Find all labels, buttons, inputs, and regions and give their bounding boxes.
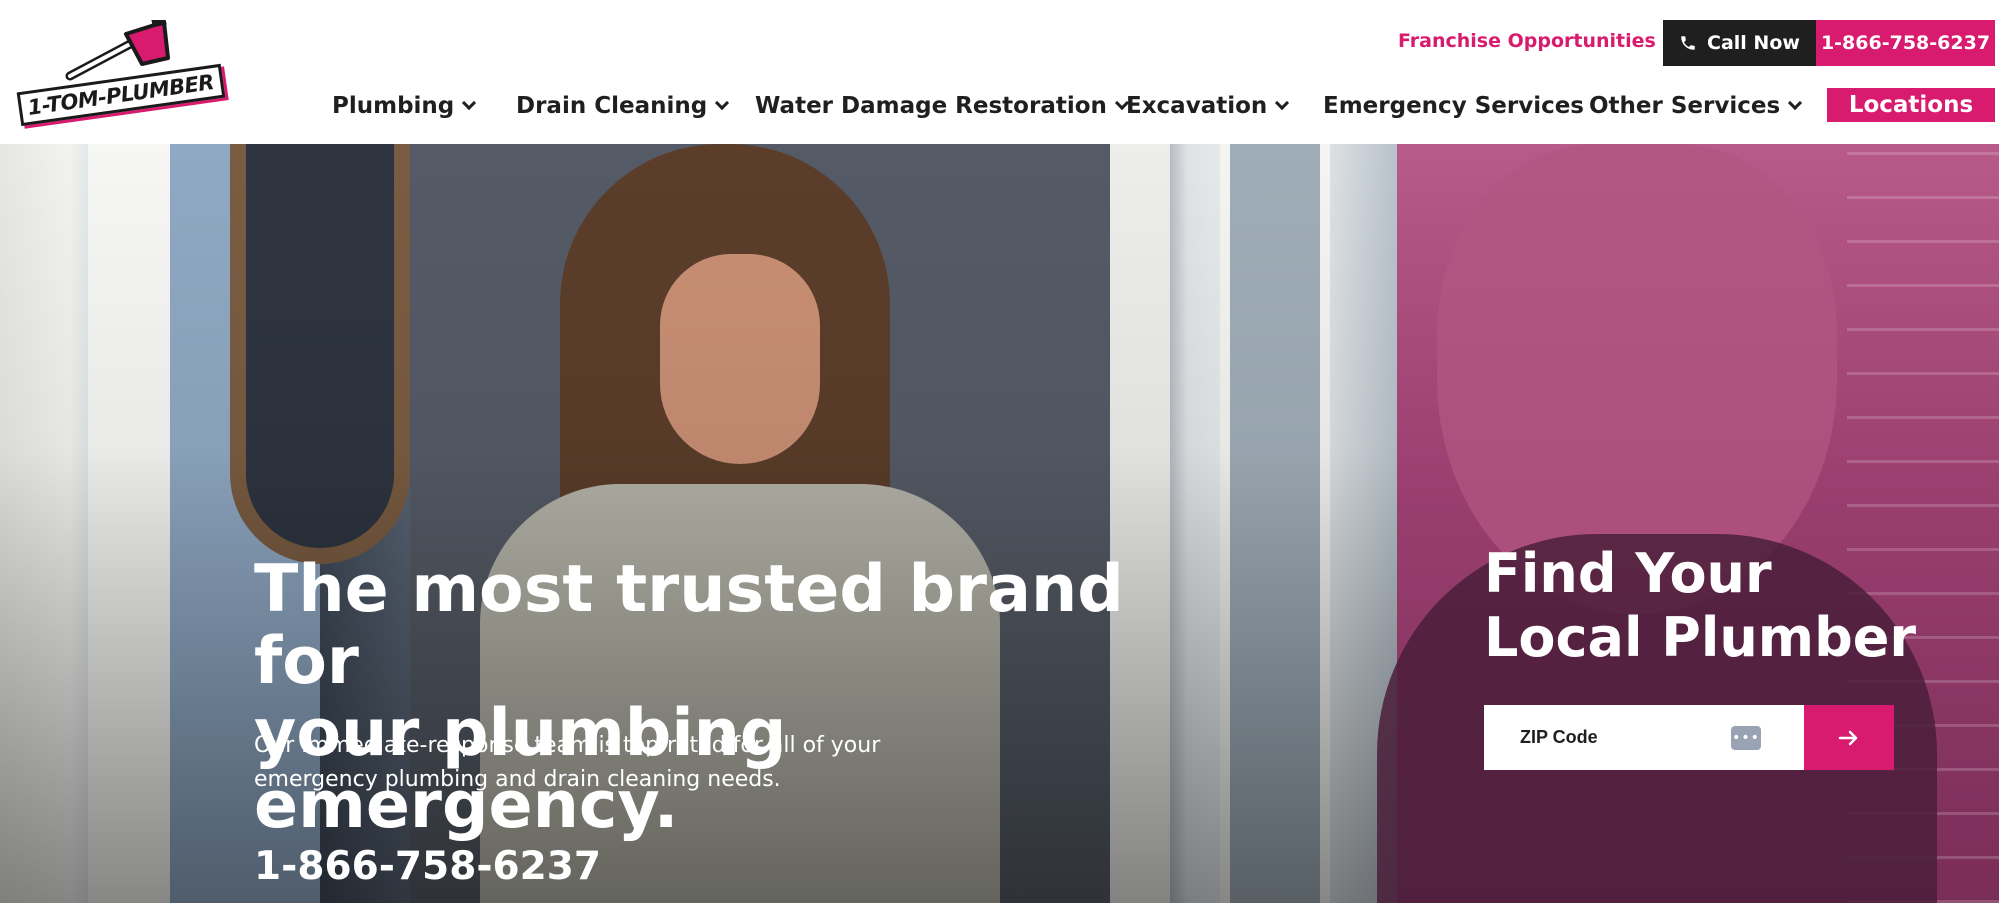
chevron-down-icon xyxy=(1275,95,1290,111)
hero-title: The most trusted brand for your plumbing… xyxy=(254,554,1154,842)
nav-item-drain-cleaning[interactable]: Drain Cleaning xyxy=(516,86,730,126)
nav-item-water-damage-restoration[interactable]: Water Damage Restoration xyxy=(755,86,1129,126)
chevron-down-icon xyxy=(462,95,477,111)
chevron-down-icon xyxy=(1788,95,1803,111)
nav-item-label: Drain Cleaning xyxy=(516,93,708,119)
hero-subtitle-line1: Our immediate-response team is top-rated… xyxy=(254,733,881,758)
finder-panel xyxy=(1377,144,1999,903)
nav-item-other-services[interactable]: Other Services xyxy=(1589,86,1803,126)
nav-item-excavation[interactable]: Excavation xyxy=(1126,86,1290,126)
nav-item-label: Other Services xyxy=(1589,93,1781,119)
site-header: 1-TOM-PLUMBER Franchise Opportunities Ca… xyxy=(0,0,1999,144)
site-logo[interactable]: 1-TOM-PLUMBER xyxy=(14,20,226,127)
locations-button[interactable]: Locations xyxy=(1827,88,1995,122)
nav-item-label: Emergency Services xyxy=(1323,93,1584,119)
nav-item-label: Excavation xyxy=(1126,93,1268,119)
hero-phone-link[interactable]: 1-866-758-6237 xyxy=(254,844,601,889)
zip-field-wrapper: ••• xyxy=(1484,705,1804,770)
zip-code-input[interactable] xyxy=(1520,727,1720,748)
call-now-label: Call Now xyxy=(1707,32,1800,54)
hero-subtitle: Our immediate-response team is top-rated… xyxy=(254,729,904,797)
finder-title-line2: Local Plumber xyxy=(1484,606,1916,669)
nav-item-label: Water Damage Restoration xyxy=(755,93,1107,119)
hero-section: The most trusted brand for your plumbing… xyxy=(0,144,1999,903)
zip-submit-button[interactable] xyxy=(1804,705,1894,770)
hero-subtitle-line2: emergency plumbing and drain cleaning ne… xyxy=(254,767,781,792)
phone-icon xyxy=(1681,36,1695,50)
nav-item-emergency-services[interactable]: Emergency Services xyxy=(1323,86,1584,126)
nav-item-plumbing[interactable]: Plumbing xyxy=(332,86,477,126)
chevron-down-icon xyxy=(715,95,730,111)
finder-title-line1: Find Your xyxy=(1484,542,1772,605)
call-now-button[interactable]: Call Now xyxy=(1663,20,1816,66)
franchise-opportunities-link[interactable]: Franchise Opportunities xyxy=(1398,30,1656,52)
hero-title-line1: The most trusted brand for xyxy=(254,552,1124,699)
header-phone-button[interactable]: 1-866-758-6237 xyxy=(1816,20,1995,66)
arrow-right-icon xyxy=(1838,730,1858,745)
finder-title: Find Your Local Plumber xyxy=(1484,542,1934,670)
nav-item-label: Plumbing xyxy=(332,93,455,119)
password-manager-icon[interactable]: ••• xyxy=(1731,726,1761,750)
